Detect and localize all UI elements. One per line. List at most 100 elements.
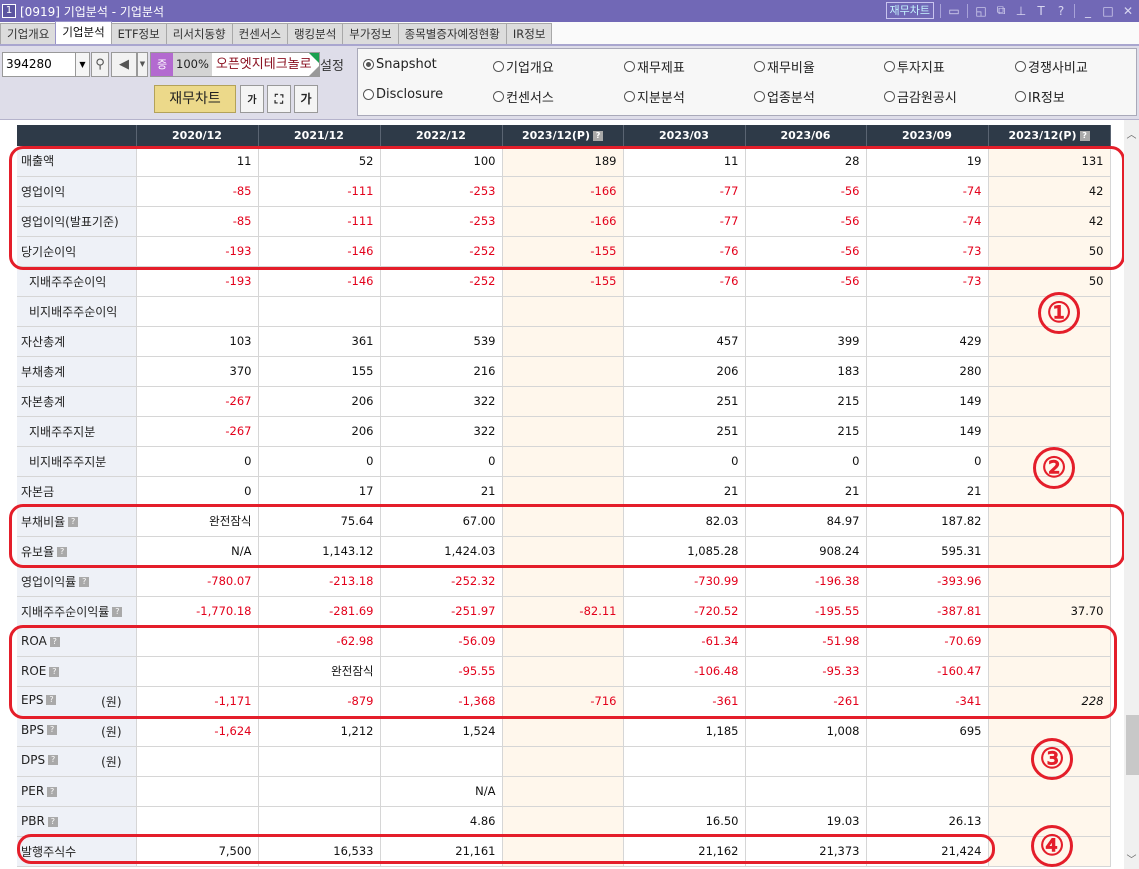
radio-label: 재무제표 (637, 61, 685, 76)
radio-option[interactable]: 기업개요 (493, 57, 554, 76)
speaker-dropdown[interactable]: ▼ (137, 52, 148, 77)
finance-chart-button[interactable]: 재무차트 (154, 85, 236, 113)
table-cell: -77 (623, 176, 746, 207)
table-cell (745, 296, 867, 327)
fit-screen-button[interactable]: ⛶ (267, 85, 291, 113)
table-cell: 280 (866, 356, 989, 387)
chart-icon[interactable]: ▭ (947, 4, 961, 18)
radio-option[interactable]: 컨센서스 (493, 87, 554, 106)
scroll-up-icon[interactable]: ︿ (1124, 128, 1139, 144)
radio-option[interactable]: 지분분석 (624, 87, 685, 106)
table-cell (136, 626, 259, 657)
close-icon[interactable]: ✕ (1121, 4, 1135, 18)
help-icon[interactable]: ? (57, 547, 68, 557)
table-cell: -251.97 (380, 596, 503, 627)
stock-code-dropdown[interactable]: ▼ (75, 52, 90, 77)
maximize-icon[interactable]: □ (1101, 4, 1115, 18)
speaker-button[interactable]: ◀ (111, 52, 137, 77)
settings-link[interactable]: 설정 (320, 55, 344, 74)
table-cell: 16.50 (623, 806, 746, 837)
table-cell: 1,008 (745, 716, 867, 747)
help-icon[interactable]: ? (46, 695, 57, 705)
font-decrease-button[interactable]: 가 (240, 85, 264, 113)
table-row: DPS? (원) (17, 746, 1111, 777)
font-increase-button[interactable]: 가 (294, 85, 318, 113)
radio-option[interactable]: 업종분석 (754, 87, 815, 106)
row-label: 부채총계 (17, 356, 137, 387)
table-row: EPS? (원) -1,171 -879 -1,368 -716 -361 -261 -341 2… (17, 686, 1111, 717)
stock-name: 오픈엣지테크놀로 (211, 53, 319, 76)
unit-label: (원) (101, 754, 122, 769)
table-cell (502, 536, 624, 567)
radio-option[interactable]: Disclosure (363, 87, 443, 102)
radio-unchecked-icon (624, 61, 635, 72)
radio-label: Snapshot (376, 57, 437, 72)
table-cell: 206 (623, 356, 746, 387)
table-cell: 21,424 (866, 836, 989, 867)
table-row: ROA? -62.98 -56.09 -61.34 -51.98 -70.69 (17, 626, 1111, 657)
pin-icon[interactable]: ⊥ (1014, 4, 1028, 18)
help-icon[interactable]: ? (47, 786, 58, 797)
radio-label: 경쟁사비교 (1028, 61, 1088, 76)
tab-1[interactable]: 기업분석 (55, 21, 112, 44)
table-cell: 206 (258, 416, 381, 447)
table-cell: 100 (380, 146, 503, 177)
finance-chart-title-button[interactable]: 재무차트 (885, 2, 934, 19)
table-cell: 0 (136, 476, 259, 507)
tab-4[interactable]: 컨센서스 (231, 23, 288, 44)
vertical-scrollbar[interactable]: ︿ ﹀ (1124, 120, 1139, 869)
window-icon[interactable]: ⧉ (994, 3, 1008, 18)
table-cell: -73 (866, 236, 989, 267)
tab-2[interactable]: ETF정보 (110, 23, 167, 44)
table-row: 발행주식수 7,500 16,533 21,161 21,162 21,373 21,424 (17, 836, 1111, 867)
radio-option[interactable]: 경쟁사비교 (1015, 57, 1088, 76)
radio-option[interactable]: 금감원공시 (884, 87, 957, 106)
scroll-thumb[interactable] (1126, 715, 1139, 775)
help-icon[interactable]: ? (49, 636, 60, 647)
table-row: 자본금 0 17 21 21 21 21 (17, 476, 1111, 507)
search-button[interactable]: ⚲ (91, 52, 109, 77)
text-icon[interactable]: T (1034, 4, 1048, 18)
restore-icon[interactable]: ◱ (974, 4, 988, 18)
stock-info[interactable]: 증 100% 오픈엣지테크놀로 (150, 52, 320, 77)
help-icon[interactable]: ? (593, 131, 604, 141)
radio-unchecked-icon (363, 89, 374, 100)
radio-option[interactable]: 재무비율 (754, 57, 815, 76)
tab-7[interactable]: 종목별증자예정현황 (397, 23, 507, 44)
table-cell: -155 (502, 236, 624, 267)
tab-8[interactable]: IR정보 (505, 23, 553, 44)
table-cell: -879 (258, 686, 381, 717)
radio-option[interactable]: 투자지표 (884, 57, 945, 76)
help-icon[interactable]: ? (79, 577, 90, 587)
radio-option[interactable]: Snapshot (363, 57, 437, 72)
table-cell: 75.64 (258, 506, 381, 537)
row-label: 지배주주순이익률? (17, 596, 137, 627)
table-cell (502, 806, 624, 837)
help-icon[interactable]: ? (48, 755, 59, 765)
tab-0[interactable]: 기업개요 (0, 23, 57, 44)
scroll-down-icon[interactable]: ﹀ (1124, 853, 1139, 869)
table-cell (136, 656, 259, 687)
help-icon[interactable]: ? (49, 666, 60, 677)
radio-option[interactable]: IR정보 (1015, 87, 1065, 106)
table-cell: 370 (136, 356, 259, 387)
radio-option[interactable]: 재무제표 (624, 57, 685, 76)
tab-6[interactable]: 부가정보 (342, 23, 399, 44)
table-cell: -253 (380, 206, 503, 237)
help-icon[interactable]: ? (1054, 4, 1068, 18)
help-icon[interactable]: ? (47, 725, 58, 735)
help-icon[interactable]: ? (112, 607, 123, 617)
tab-3[interactable]: 리서치동향 (165, 23, 233, 44)
table-cell (745, 746, 867, 777)
table-cell: 19.03 (745, 806, 867, 837)
table-cell: -106.48 (623, 656, 746, 687)
divider (967, 3, 968, 18)
radio-label: 기업개요 (506, 61, 554, 76)
help-icon[interactable]: ? (68, 517, 79, 527)
table-cell: -146 (258, 266, 381, 297)
help-icon[interactable]: ? (47, 816, 58, 827)
minimize-icon[interactable]: _ (1081, 4, 1095, 18)
help-icon[interactable]: ? (1079, 131, 1090, 141)
table-cell: -252.32 (380, 566, 503, 597)
tab-5[interactable]: 랭킹분석 (286, 23, 344, 44)
